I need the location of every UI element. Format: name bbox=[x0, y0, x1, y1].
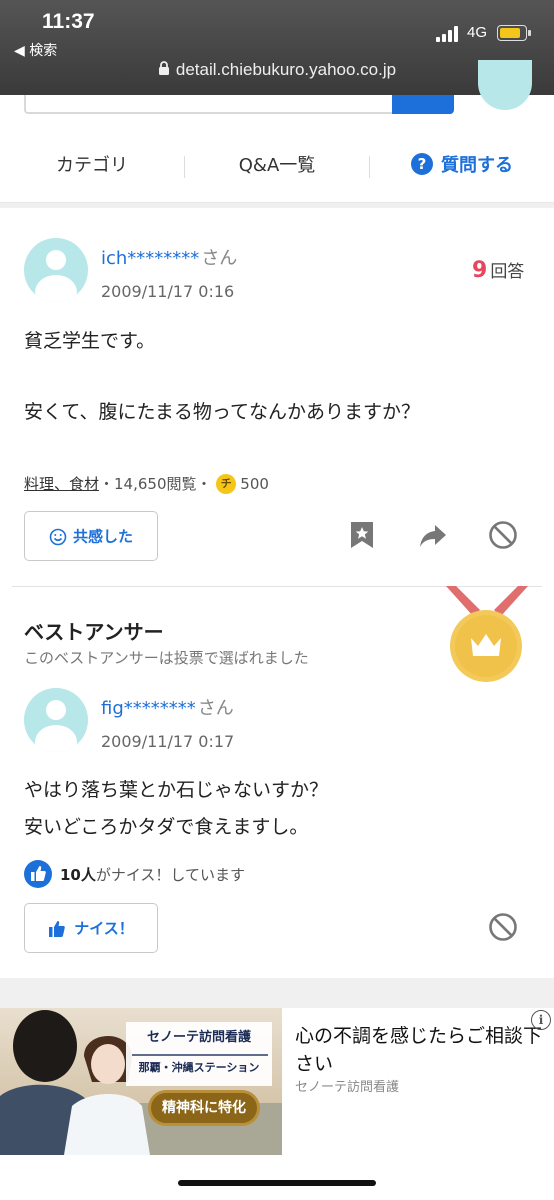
thumbs-up-icon bbox=[24, 859, 52, 888]
category-link[interactable]: 料理、食材 bbox=[24, 475, 99, 493]
ad-image[interactable]: セノーテ訪問看護 那覇・沖縄ステーション 精神科に特化 bbox=[0, 1008, 282, 1155]
nice-count[interactable]: 10人がナイス！しています bbox=[24, 859, 245, 890]
answer-body-line: 安いどころかタダで食えますし。 bbox=[24, 816, 309, 838]
ad-info-icon[interactable]: i bbox=[531, 1010, 551, 1030]
home-indicator[interactable] bbox=[178, 1180, 376, 1186]
bookmark-star-icon[interactable] bbox=[349, 521, 375, 549]
ask-label: 質問する bbox=[441, 155, 513, 176]
tab-ask-question[interactable]: ? 質問する bbox=[370, 130, 554, 202]
tab-categories[interactable]: カテゴリ bbox=[0, 130, 184, 202]
questioner-username: ich******** bbox=[101, 248, 200, 269]
nice-count-text: がナイス！しています bbox=[95, 866, 245, 884]
ad-badge: 精神科に特化 bbox=[162, 1100, 246, 1116]
address-bar[interactable]: detail.chiebukuro.yahoo.co.jp bbox=[0, 60, 554, 80]
network-type: 4G bbox=[467, 24, 488, 41]
coin-icon: チ bbox=[216, 473, 237, 494]
best-answer-title: ベストアンサー bbox=[24, 620, 164, 644]
thumbs-up-icon bbox=[49, 920, 66, 937]
battery-icon bbox=[497, 25, 531, 41]
answerer-username: fig******** bbox=[101, 698, 196, 719]
smile-icon bbox=[49, 528, 67, 545]
questioner-avatar[interactable] bbox=[24, 238, 88, 302]
answer-date: 2009/11/17 0:17 bbox=[101, 732, 235, 751]
back-to-search-link[interactable]: ◀ 検索 bbox=[14, 40, 57, 60]
search-input[interactable] bbox=[24, 95, 396, 114]
view-count: ・14,650閲覧・ bbox=[99, 475, 212, 493]
answer-count[interactable]: 9 回答 bbox=[472, 257, 524, 283]
question-date: 2009/11/17 0:16 bbox=[101, 282, 235, 301]
answerer-avatar[interactable] bbox=[24, 688, 88, 752]
empathy-label: 共感した bbox=[72, 527, 133, 546]
signal-strength-icon bbox=[436, 24, 462, 42]
question-meta: 料理、食材・14,650閲覧・ チ 500 bbox=[24, 472, 269, 496]
share-arrow-icon[interactable] bbox=[418, 523, 448, 549]
answer-body-line: やはり落ち葉とか石じゃないすか？ bbox=[24, 779, 329, 801]
honorific: さん bbox=[201, 248, 238, 269]
answerer-name[interactable]: fig******** さん bbox=[101, 694, 234, 720]
status-bar: 11:37 ◀ 検索 4G detail.chiebukuro.yahoo.co… bbox=[0, 0, 554, 95]
tab-qa-list[interactable]: Q&A一覧 bbox=[185, 130, 369, 202]
honorific: さん bbox=[197, 698, 234, 719]
ad-sponsor: セノーテ訪問看護 bbox=[295, 1080, 400, 1095]
block-icon[interactable] bbox=[488, 912, 518, 942]
url-text: detail.chiebukuro.yahoo.co.jp bbox=[175, 60, 397, 79]
question-body-line: 安くて、腹にたまる物ってなんかありますか？ bbox=[24, 401, 420, 423]
ad-banner[interactable]: セノーテ訪問看護 那覇・沖縄ステーション 精神科に特化 心の不調を感じたらご相談… bbox=[0, 1008, 554, 1155]
empathy-button[interactable]: 共感した bbox=[24, 511, 158, 561]
answer-count-number: 9 bbox=[472, 258, 488, 283]
nice-label: ナイス！ bbox=[74, 919, 134, 938]
ad-brand-name: セノーテ訪問看護 bbox=[146, 1030, 251, 1045]
nice-count-number: 10人 bbox=[60, 866, 96, 884]
question-body-line: 貧乏学生です。 bbox=[24, 330, 156, 352]
questioner-name[interactable]: ich******** さん bbox=[101, 244, 237, 270]
block-icon[interactable] bbox=[488, 520, 518, 550]
answer-count-label: 回答 bbox=[490, 262, 525, 282]
search-button[interactable] bbox=[392, 95, 454, 114]
user-menu-avatar[interactable] bbox=[478, 60, 532, 110]
ad-title[interactable]: 心の不調を感じたらご相談下さい bbox=[295, 1022, 545, 1078]
nav-tabs: カテゴリ Q&A一覧 ? 質問する bbox=[0, 130, 554, 203]
ad-brand-location: 那覇・沖縄ステーション bbox=[138, 1061, 260, 1074]
section-divider bbox=[0, 978, 554, 1008]
crown-medal-icon bbox=[446, 586, 528, 682]
section-divider bbox=[0, 203, 554, 208]
status-time: 11:37 bbox=[42, 10, 95, 33]
nice-button[interactable]: ナイス！ bbox=[24, 903, 158, 953]
best-answer-subtitle: このベストアンサーは投票で選ばれました bbox=[24, 649, 309, 667]
lock-icon bbox=[158, 61, 169, 75]
question-icon: ? bbox=[411, 153, 433, 175]
coin-amount: 500 bbox=[240, 475, 269, 493]
